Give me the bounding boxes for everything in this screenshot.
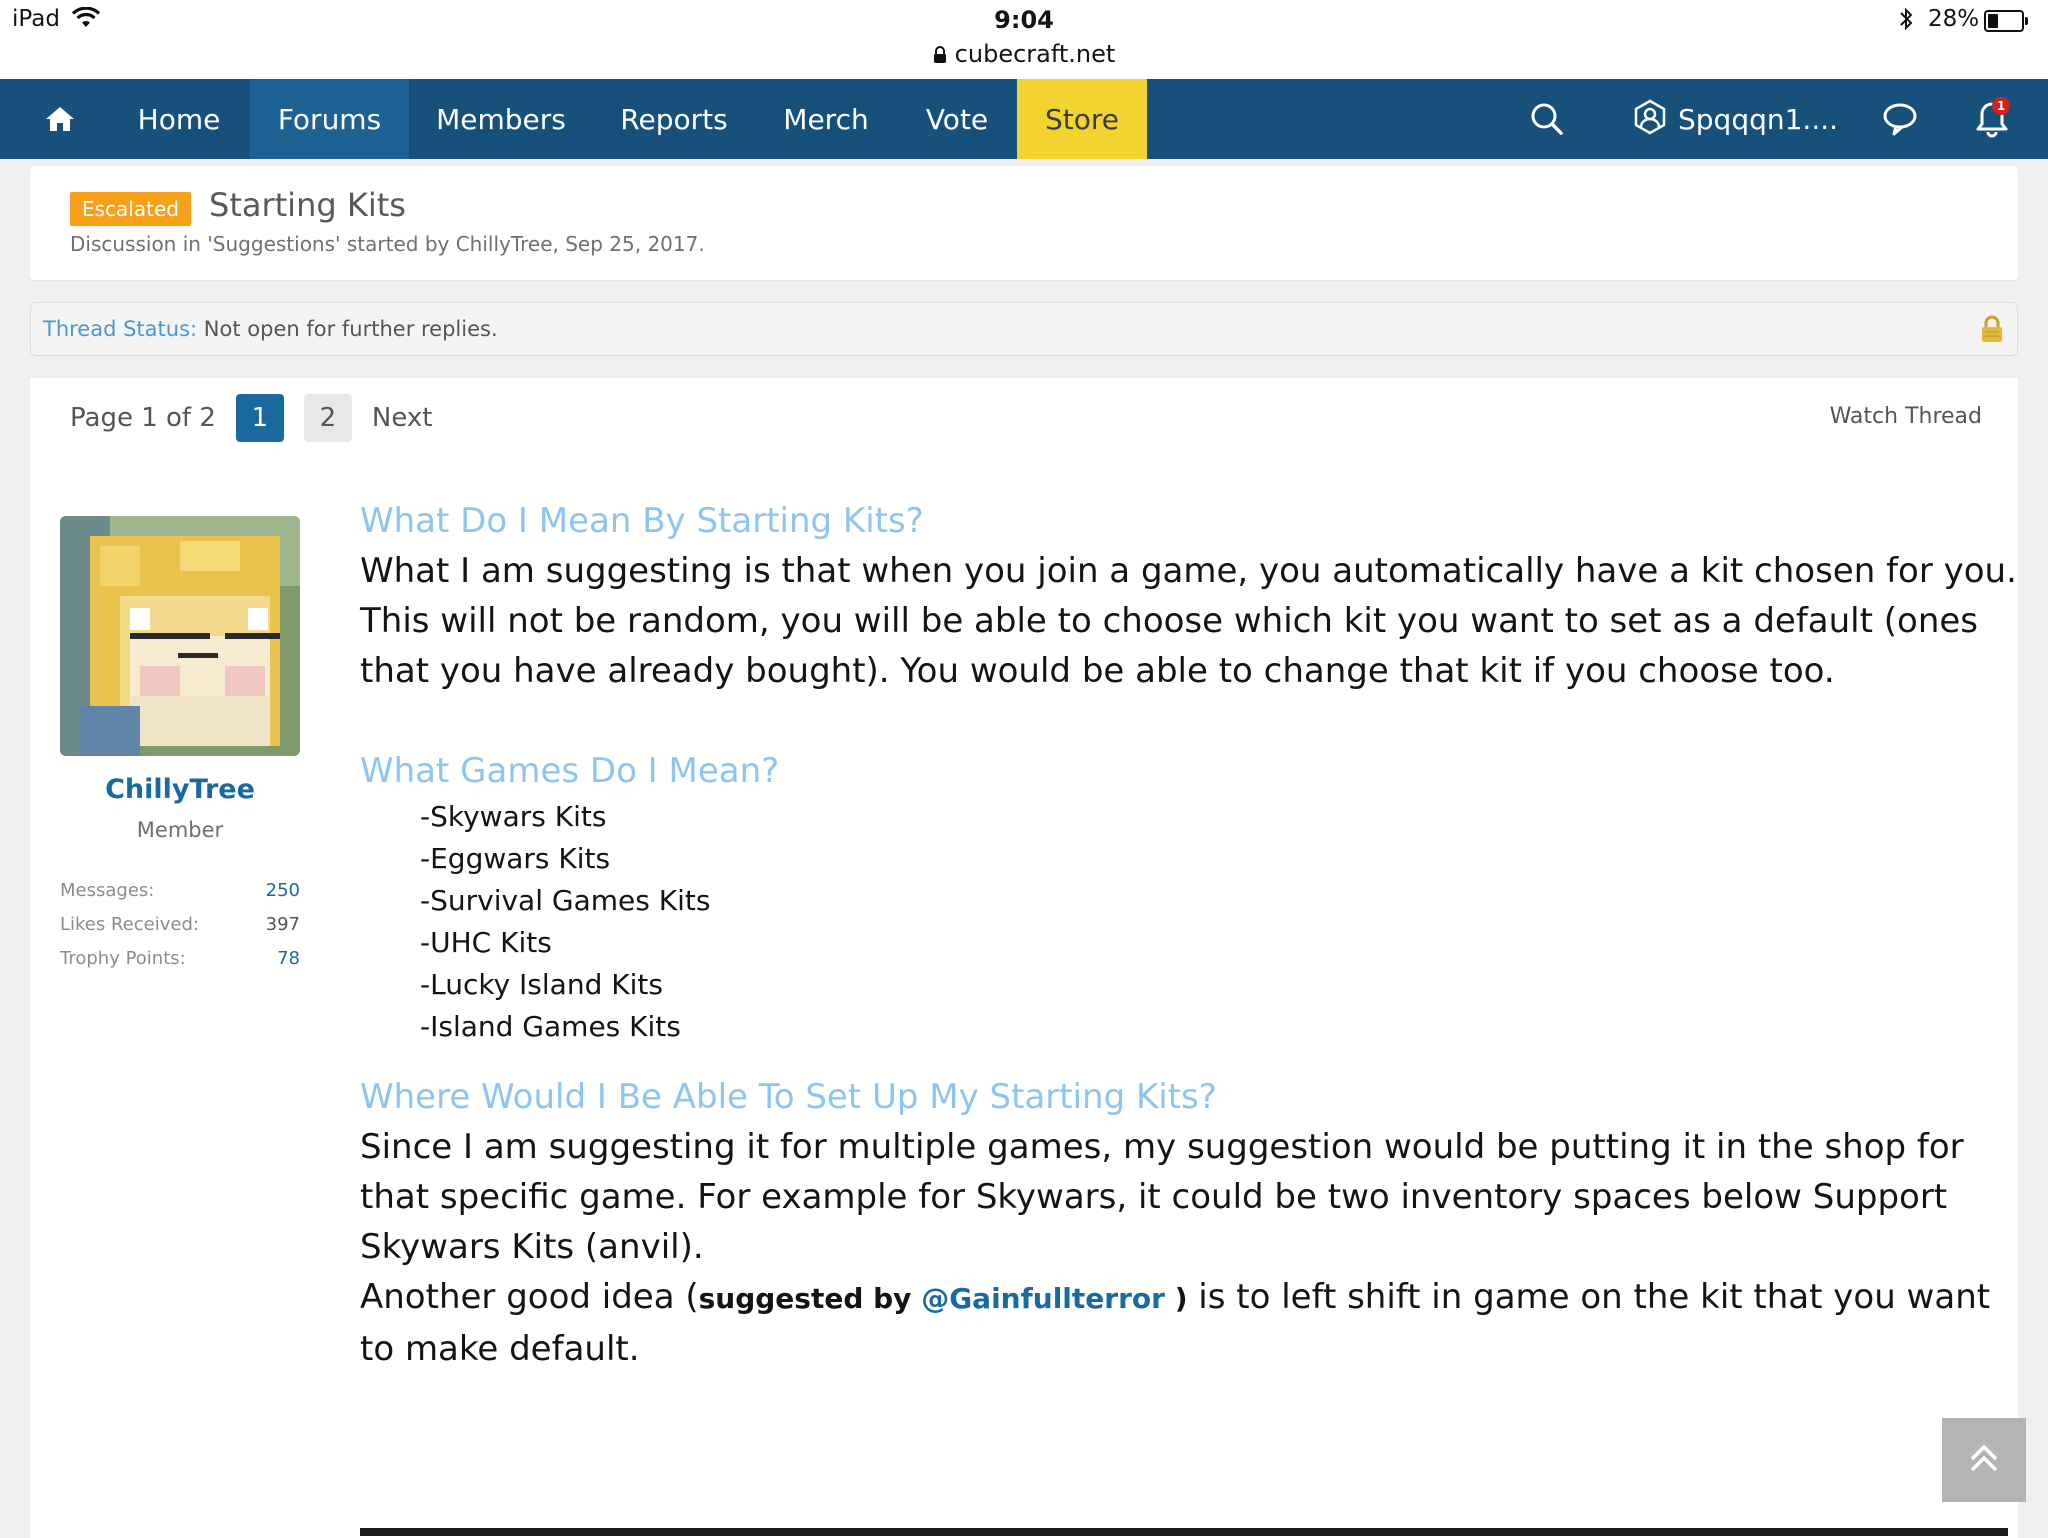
post-heading: Where Would I Be Able To Set Up My Start… — [360, 1077, 1217, 1117]
post-paragraph: What I am suggesting is that when you jo… — [360, 551, 2017, 691]
stat-label: Likes Received: — [60, 914, 199, 935]
page-1-button[interactable]: 1 — [235, 394, 284, 442]
tab-store[interactable]: Store — [1017, 79, 1147, 159]
padlock-icon — [1979, 315, 2005, 347]
prefix-badge[interactable]: Escalated — [70, 192, 191, 226]
stat-label: Trophy Points: — [60, 948, 186, 969]
bluetooth-icon — [1898, 7, 1914, 35]
watch-thread-link[interactable]: Watch Thread — [1830, 404, 1982, 429]
tab-members[interactable]: Members — [416, 79, 586, 159]
stat-likes: Likes Received: 397 — [60, 914, 300, 948]
embedded-media-edge — [360, 1528, 2008, 1536]
list-item: -Skywars Kits — [420, 800, 607, 833]
url-text: cubecraft.net — [954, 40, 1116, 68]
user-icon — [1632, 99, 1668, 139]
home-icon[interactable] — [30, 79, 90, 159]
text-run: suggested by — [698, 1282, 912, 1315]
avatar[interactable] — [60, 516, 300, 756]
pagination: Page 1 of 2 1 2 Next — [70, 394, 432, 442]
tab-home[interactable]: Home — [114, 79, 244, 159]
thread-content: Page 1 of 2 1 2 Next Watch Thread Chilly… — [30, 378, 2018, 1538]
scroll-to-top-button[interactable] — [1942, 1418, 2026, 1502]
list-item: -Survival Games Kits — [420, 884, 711, 917]
tab-merch[interactable]: Merch — [760, 79, 892, 159]
search-icon[interactable] — [1530, 79, 1564, 159]
stat-messages: Messages: 250 — [60, 880, 300, 914]
tab-reports[interactable]: Reports — [596, 79, 752, 159]
status-label: Thread Status: — [43, 317, 198, 341]
stat-value[interactable]: 78 — [277, 948, 300, 969]
username-label: Spqqqn1.... — [1678, 102, 1839, 136]
text-run: ) — [1174, 1282, 1188, 1315]
post-body: What Do I Mean By Starting Kits? What I … — [360, 496, 2020, 1374]
user-stats: Messages: 250 Likes Received: 397 Trophy… — [60, 880, 300, 982]
status-value: Not open for further replies. — [203, 317, 498, 341]
stat-label: Messages: — [60, 880, 155, 901]
list-item: -Eggwars Kits — [420, 842, 611, 875]
post-paragraph: Another good idea (suggested by @Gainful… — [360, 1272, 2020, 1374]
tab-vote[interactable]: Vote — [900, 79, 1014, 159]
next-page-link[interactable]: Next — [372, 403, 433, 433]
chat-icon[interactable] — [1882, 79, 1918, 159]
stat-trophy-points: Trophy Points: 78 — [60, 948, 300, 982]
thread-status-notice: Thread Status: Not open for further repl… — [30, 302, 2018, 356]
battery-icon — [1984, 10, 2028, 32]
battery-percentage: 28% — [1928, 6, 1980, 32]
user-title: Member — [136, 818, 224, 842]
thread-header: Escalated Starting Kits Discussion in 'S… — [30, 166, 2018, 280]
user-menu[interactable]: Spqqqn1.... — [1632, 79, 1838, 159]
user-mention-link[interactable]: @Gainfullterror — [921, 1282, 1165, 1315]
stat-value: 397 — [265, 914, 300, 935]
games-list: -Skywars Kits -Eggwars Kits -Survival Ga… — [420, 796, 2020, 1048]
bell-icon[interactable] — [1974, 79, 2010, 159]
stat-value[interactable]: 250 — [266, 880, 300, 901]
text-run: Another good idea ( — [360, 1277, 699, 1317]
list-item: -Island Games Kits — [420, 1010, 681, 1043]
page-title: Starting Kits — [209, 186, 406, 224]
page-label: Page 1 of 2 — [70, 403, 216, 433]
post-heading: What Do I Mean By Starting Kits? — [360, 501, 924, 541]
lock-icon — [933, 42, 947, 70]
browser-status-bar: iPad 9:04 cubecraft.net 28% — [0, 0, 2048, 79]
post-paragraph: Since I am suggesting it for multiple ga… — [360, 1127, 1964, 1267]
thread-meta: Discussion in 'Suggestions' started by C… — [70, 232, 705, 256]
notification-badge: 1 — [1992, 97, 2010, 115]
suggested-by: suggested by @Gainfullterror ) — [699, 1282, 1188, 1315]
list-item: -Lucky Island Kits — [420, 968, 663, 1001]
main-navigation: Home Forums Members Reports Merch Vote S… — [0, 79, 2048, 159]
page-2-button[interactable]: 2 — [303, 394, 352, 442]
list-item: -UHC Kits — [420, 926, 552, 959]
address-bar[interactable]: cubecraft.net — [0, 40, 2048, 70]
post-heading: What Games Do I Mean? — [360, 751, 780, 791]
clock: 9:04 — [994, 6, 1054, 34]
username[interactable]: ChillyTree — [60, 774, 300, 805]
chevron-up-icon — [1967, 1441, 2001, 1479]
tab-forums[interactable]: Forums — [250, 79, 409, 159]
